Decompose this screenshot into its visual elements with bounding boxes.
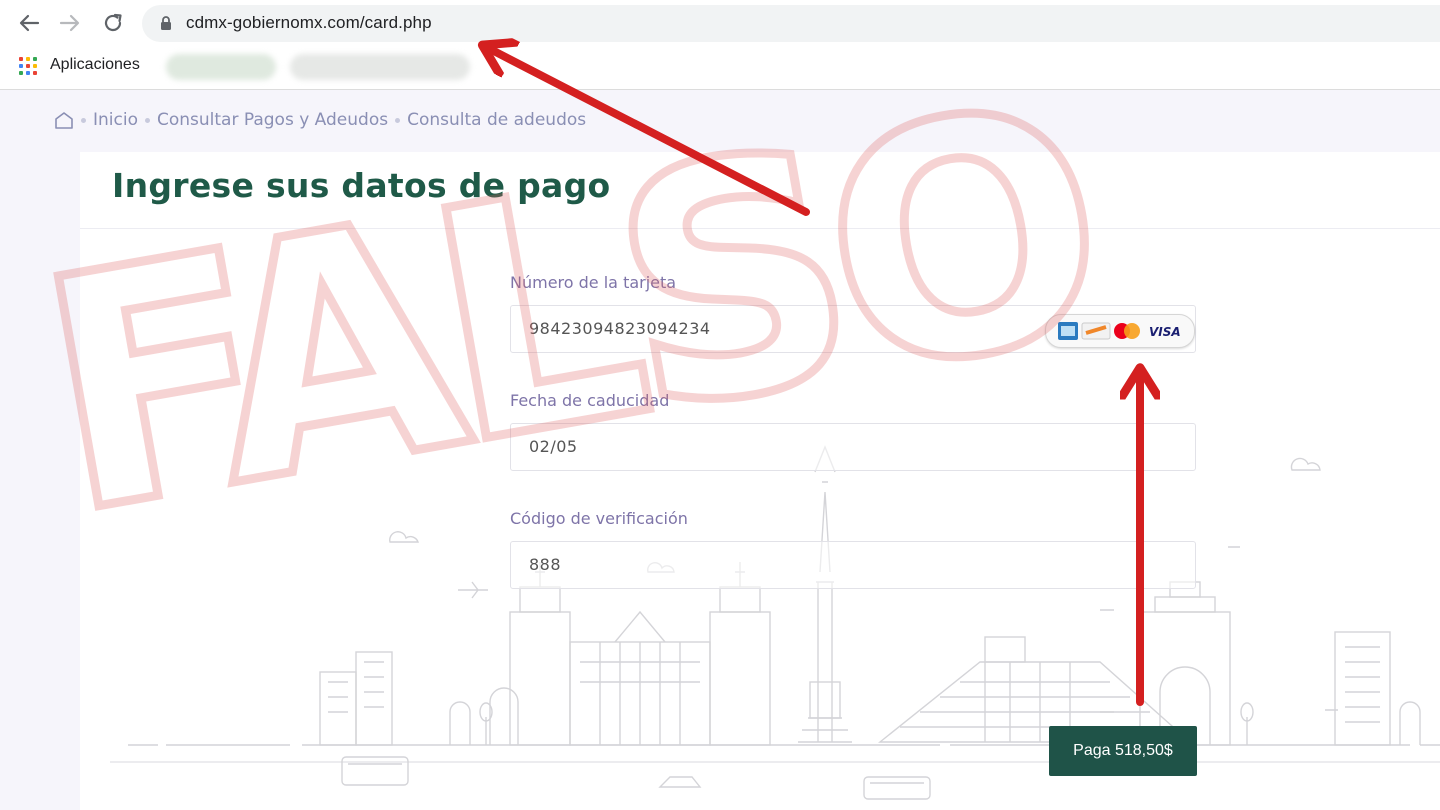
forward-button[interactable] [57, 10, 83, 36]
expiry-field[interactable]: 02/05 [510, 423, 1196, 471]
browser-toolbar: cdmx-gobiernomx.com/card.php [0, 0, 1440, 47]
pay-button[interactable]: Paga 518,50$ [1049, 726, 1197, 776]
blurred-bookmark[interactable] [166, 54, 276, 80]
home-icon[interactable] [54, 111, 74, 129]
cvv-field[interactable]: 888 [510, 541, 1196, 589]
breadcrumb-separator [144, 117, 150, 123]
arrow-right-icon [59, 14, 80, 32]
back-button[interactable] [16, 10, 42, 36]
visa-icon: VISA [1149, 325, 1181, 339]
reload-button[interactable] [100, 10, 126, 36]
page-content: Inicio Consultar Pagos y Adeudos Consult… [0, 90, 1440, 810]
reload-icon [104, 13, 122, 32]
mastercard-icon [1114, 323, 1140, 339]
bookmarks-bar: Aplicaciones [0, 47, 1440, 90]
discover-icon [1081, 322, 1111, 340]
breadcrumb-separator [395, 117, 401, 123]
apps-grid-icon[interactable] [19, 57, 39, 77]
breadcrumb: Inicio Consultar Pagos y Adeudos Consult… [54, 108, 586, 132]
breadcrumb-separator [81, 117, 86, 123]
blurred-bookmark[interactable] [290, 54, 470, 80]
card-number-label: Número de la tarjeta [510, 273, 677, 292]
arrow-left-icon [19, 14, 40, 32]
breadcrumb-item-inicio[interactable]: Inicio [93, 110, 138, 130]
card-number-value: 98423094823094234 [529, 319, 711, 338]
payment-card: Ingrese sus datos de pago Número de la t… [80, 152, 1440, 810]
expiry-label: Fecha de caducidad [510, 391, 670, 410]
apps-bookmark-label[interactable]: Aplicaciones [50, 56, 140, 74]
breadcrumb-item-consulta-adeudos[interactable]: Consulta de adeudos [407, 110, 586, 130]
lock-icon [161, 16, 171, 30]
card-header: Ingrese sus datos de pago [80, 152, 1440, 229]
expiry-value: 02/05 [529, 437, 578, 456]
accepted-cards-badge: VISA [1045, 314, 1195, 348]
cvv-label: Código de verificación [510, 509, 688, 528]
breadcrumb-item-consultar-pagos[interactable]: Consultar Pagos y Adeudos [157, 110, 388, 130]
cvv-value: 888 [529, 555, 562, 574]
amex-icon [1058, 322, 1078, 340]
url-text: cdmx-gobiernomx.com/card.php [186, 13, 432, 32]
page-title: Ingrese sus datos de pago [112, 166, 611, 205]
address-bar[interactable]: cdmx-gobiernomx.com/card.php [142, 5, 1440, 42]
card-number-field[interactable]: 98423094823094234 VISA [510, 305, 1196, 353]
